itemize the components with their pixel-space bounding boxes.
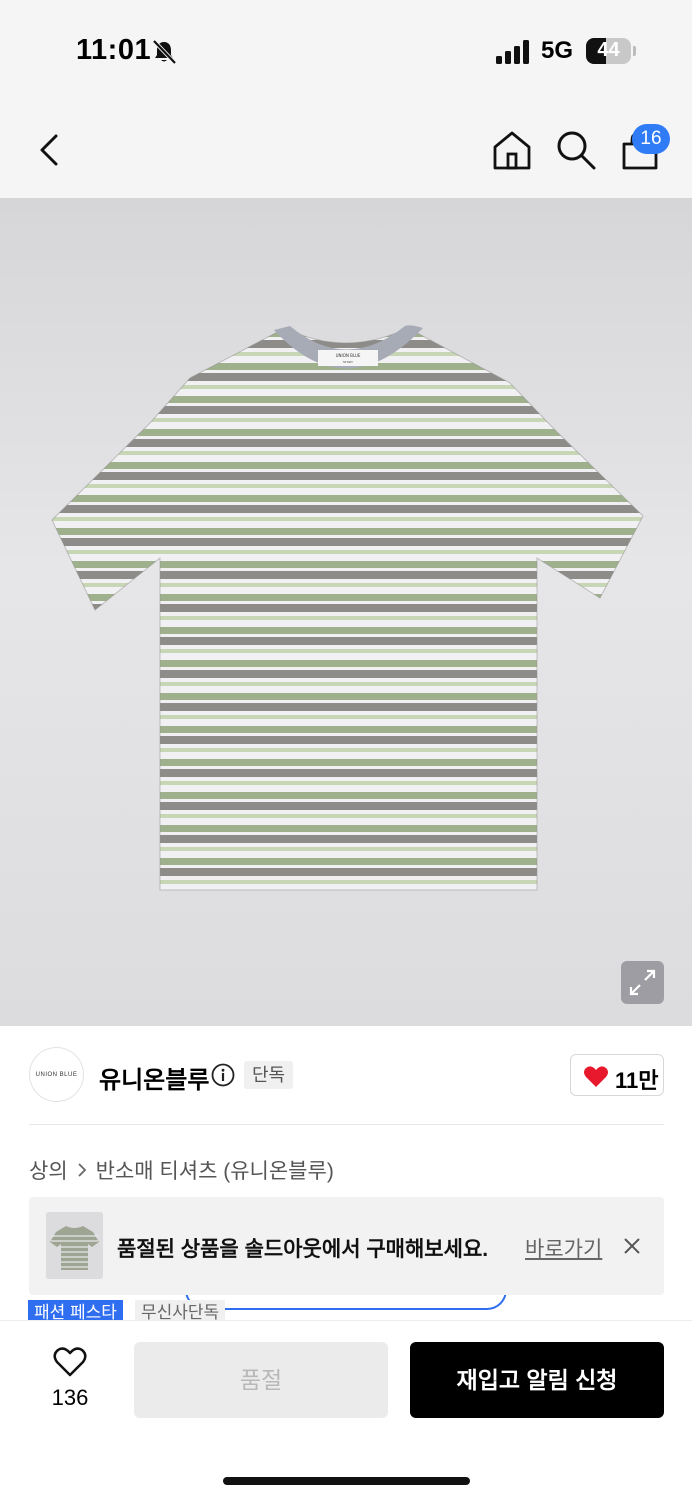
soldout-button[interactable]: 품절 [134,1342,388,1418]
banner-product-thumbnail [46,1212,103,1279]
search-icon[interactable] [554,128,598,172]
battery-level: 44 [597,39,620,61]
breadcrumb-item-subcategory[interactable]: 반소매 티셔츠 (유니온블루) [96,1155,334,1185]
heart-filled-icon [584,1066,608,1087]
exclusive-badge: 단독 [244,1061,294,1089]
brand-name[interactable]: 유니온블루 [99,1060,209,1095]
neck-label-line1: UNION BLUE [336,353,361,358]
divider [29,1124,664,1125]
signal-icon [496,40,529,64]
banner-go-link[interactable]: 바로가기 [525,1233,602,1263]
restock-alert-button[interactable]: 재입고 알림 신청 [410,1342,664,1418]
brand-like-count: 11만 [615,1068,659,1093]
breadcrumb-item-category[interactable]: 상의 [29,1155,68,1185]
status-bar: 11:01 5G 44 [0,0,692,100]
network-label: 5G [541,37,574,64]
neck-label-line2: STUDY [343,360,353,364]
cart-count-badge: 16 [632,124,670,154]
expand-icon[interactable] [621,961,664,1004]
soldout-promo-banner[interactable]: 품절된 상품을 솔드아웃에서 구매해보세요. 바로가기 [29,1197,664,1295]
breadcrumb: 상의 반소매 티셔츠 (유니온블루) [29,1155,334,1185]
status-time: 11:01 [76,34,152,66]
tshirt-image: UNION BLUE STUDY [51,325,644,891]
home-indicator [223,1477,470,1485]
heart-outline-icon[interactable] [53,1346,87,1378]
chevron-right-icon [78,1163,86,1177]
brand-logo[interactable]: UNION BLUE [29,1047,84,1102]
back-arrow-icon[interactable] [30,128,70,172]
close-icon[interactable] [622,1236,642,1256]
home-icon[interactable] [490,128,534,172]
banner-message: 품절된 상품을 솔드아웃에서 구매해보세요. [117,1238,489,1261]
brand-like-button[interactable]: 11만 [570,1054,664,1096]
top-nav-bar [0,100,692,198]
wish-count: 136 [51,1385,89,1410]
product-image[interactable]: UNION BLUE STUDY [0,198,692,1026]
bell-muted-icon [152,39,177,65]
battery-icon: 44 [586,38,636,64]
info-icon[interactable] [211,1063,235,1087]
